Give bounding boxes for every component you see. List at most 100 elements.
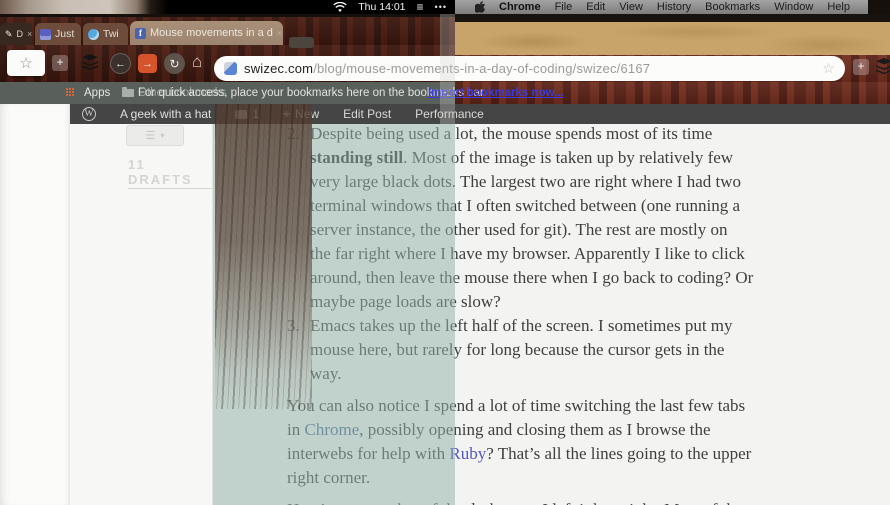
url-host: swizec.com — [244, 61, 314, 76]
article-line: very large black dots. The largest two a… — [310, 172, 742, 191]
wifi-icon[interactable] — [333, 1, 347, 13]
more-icon[interactable]: ••• — [435, 2, 447, 12]
back-button[interactable]: ← — [110, 53, 131, 74]
forward-button[interactable]: → — [138, 54, 157, 73]
plus-icon: + — [857, 59, 865, 73]
blog-favicon: f — [135, 27, 146, 39]
tab-justin[interactable]: Just — [35, 23, 81, 45]
comments-menu[interactable]: 1 — [223, 104, 271, 124]
star-icon: ☆ — [19, 55, 33, 72]
tab-edit[interactable]: ✎ D × — [0, 23, 32, 45]
bookmark-star-button[interactable]: ☆ — [7, 50, 45, 76]
ordered-list-item: 2. Despite being used a lot, the mouse sp… — [287, 122, 807, 314]
site-name-menu[interactable]: A geek with a hat — [108, 104, 223, 124]
import-bookmarks-link[interactable]: Import bookmarks now... — [428, 87, 564, 99]
wordpress-logo-icon: W — [82, 107, 96, 121]
pencil-icon: ✎ — [5, 28, 13, 39]
forward-icon: → — [142, 57, 153, 70]
macos-menubar: Chrome File Edit View History Bookmarks … — [455, 0, 890, 14]
folder-icon — [122, 87, 134, 97]
blog-post-body: 2. Despite being used a lot, the mouse sp… — [287, 122, 807, 505]
page-content: ☰ ▾ 11 DRAFTS 2. Despite being used a lot… — [0, 124, 890, 505]
theme-parchment-texture — [455, 22, 890, 55]
blog-sidebar: ☰ ▾ 11 DRAFTS — [70, 124, 213, 505]
wp-admin-bar: W A geek with a hat 1 + New Edit Post Pe… — [70, 104, 890, 124]
stacked-tabs-icon[interactable] — [81, 54, 99, 70]
article-line: server instance, the other used for git)… — [310, 220, 728, 239]
site-favicon — [224, 62, 237, 75]
menu-window[interactable]: Window — [774, 1, 813, 13]
address-bar[interactable]: swizec.com/blog/mouse-movements-in-a-day… — [214, 56, 845, 81]
paragraph: You can also notice I spend a lot of tim… — [287, 394, 807, 490]
apps-shortcut[interactable]: Apps — [84, 87, 110, 99]
back-icon: ← — [115, 57, 126, 70]
chevron-down-icon: ▾ — [160, 131, 165, 140]
star-icon[interactable]: ☆ — [822, 60, 835, 77]
plus-icon: + — [283, 107, 291, 121]
wp-logo-menu[interactable]: W — [70, 104, 108, 124]
article-line: right corner. — [287, 468, 371, 487]
window-top-edge — [455, 14, 890, 22]
menubar-clock[interactable]: Thu 14:01 — [358, 1, 405, 13]
tab-close-icon[interactable]: × — [277, 28, 282, 38]
paragraph: Here’s a screenshot of the desktop as I … — [287, 498, 807, 505]
link-ruby[interactable]: Ruby — [449, 444, 486, 463]
menu-help[interactable]: Help — [827, 1, 850, 13]
stacked-tabs-icon[interactable] — [875, 58, 890, 74]
plus-icon: + — [56, 55, 64, 69]
drafts-link[interactable]: 11 DRAFTS — [128, 157, 212, 189]
article-line: way. — [310, 364, 342, 383]
performance-menu[interactable]: Performance — [403, 104, 496, 124]
edit-post-menu[interactable]: Edit Post — [331, 104, 403, 124]
blended-window-artifact — [289, 37, 314, 48]
menu-history[interactable]: History — [657, 1, 691, 13]
bold-text: standing still — [310, 148, 404, 167]
menu-app-name[interactable]: Chrome — [499, 1, 541, 13]
article-line: Despite being used a lot, the mouse spen… — [310, 124, 713, 143]
list-number: 3. — [287, 316, 300, 335]
article-line: You can also notice I spend a lot of tim… — [287, 396, 746, 415]
menu-view[interactable]: View — [619, 1, 643, 13]
article-line: standing still. Most of the image is tak… — [310, 148, 734, 167]
tab-label: Just — [55, 28, 75, 40]
hamburger-icon: ☰ — [145, 130, 156, 142]
list-number: 2. — [287, 124, 300, 143]
tab-label: Twi — [103, 28, 119, 40]
menu-bookmarks[interactable]: Bookmarks — [705, 1, 760, 13]
tab-label: Mouse movements in a d — [150, 27, 273, 39]
tab-label: D — [16, 29, 24, 39]
tab-close-icon[interactable]: × — [27, 29, 32, 39]
new-content-menu[interactable]: + New — [271, 104, 331, 124]
article-line: the far right where I have my browser. A… — [310, 244, 745, 263]
macos-menubar-overlay: Thu 14:01 ≡ ••• — [0, 0, 455, 14]
reload-icon: ↻ — [169, 56, 180, 71]
article-line: interwebs for help with Ruby? That’s all… — [287, 444, 752, 463]
article-line: Emacs takes up the left half of the scre… — [310, 316, 733, 335]
notification-list-icon[interactable]: ≡ — [417, 1, 424, 13]
menu-edit[interactable]: Edit — [586, 1, 605, 13]
article-line: in Chrome, possibly opening and closing … — [287, 420, 711, 439]
article-line: around, then leave the mouse there when … — [310, 268, 754, 287]
twitter-favicon — [88, 28, 99, 40]
new-tab-button-ghost[interactable]: + — [853, 59, 869, 75]
reload-button[interactable]: ↻ — [164, 53, 185, 74]
article-line: mouse here, but rarely for long because … — [310, 340, 725, 359]
apple-menu-icon[interactable] — [475, 1, 485, 13]
ordered-list-item: 3. Emacs takes up the left half of the sc… — [287, 314, 807, 386]
article-line: Here’s a screenshot of the desktop as I … — [287, 498, 807, 505]
link-chrome[interactable]: Chrome — [304, 420, 359, 439]
menu-toggle-button[interactable]: ☰ ▾ — [126, 125, 184, 146]
screen: Thu 14:01 ≡ ••• Chrome File Edit View Hi… — [0, 0, 890, 505]
comment-bubble-icon — [235, 109, 248, 119]
home-button[interactable]: ⌂ — [192, 52, 202, 72]
new-tab-button[interactable]: + — [52, 55, 68, 71]
tab-twitter[interactable]: Twi — [83, 23, 128, 45]
menu-file[interactable]: File — [555, 1, 573, 13]
url-path: /blog/mouse-movements-in-a-day-of-coding… — [313, 61, 651, 76]
article-line: terminal windows that I often switched b… — [310, 196, 741, 215]
tab-active-mouse-movements[interactable]: f Mouse movements in a d × — [130, 21, 283, 45]
apps-grid-icon[interactable] — [66, 88, 68, 90]
avatar-favicon — [40, 28, 51, 40]
comment-count: 1 — [252, 107, 260, 121]
article-line: maybe page loads are slow? — [310, 292, 501, 311]
